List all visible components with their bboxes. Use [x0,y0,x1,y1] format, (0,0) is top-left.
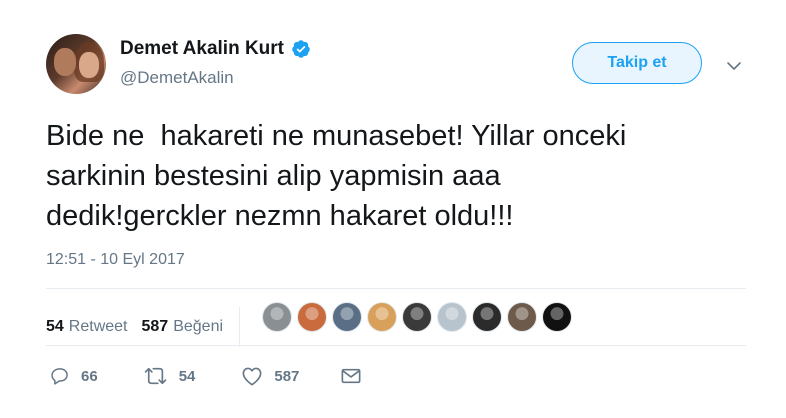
tweet-card: Demet Akalin Kurt @DemetAkalin Takip et … [0,0,786,418]
retweet-stat[interactable]: 54 Retweet [46,318,128,336]
verified-badge-icon [292,40,310,58]
liker-avatars [262,302,577,332]
liker-avatar[interactable] [472,302,502,332]
liker-avatar[interactable] [367,302,397,332]
like-action[interactable]: 587 [241,366,299,386]
direct-message-action[interactable] [341,367,361,385]
chevron-down-icon[interactable] [726,58,742,74]
divider [46,345,746,346]
user-fullname[interactable]: Demet Akalin Kurt [120,38,284,60]
retweet-icon [144,367,167,385]
stats-separator [239,307,241,347]
liker-avatar[interactable] [297,302,327,332]
liker-avatar[interactable] [332,302,362,332]
like-stat-label: Beğeni [173,318,224,335]
tweet-actions: 66 54 587 [50,366,361,386]
retweet-stat-label: Retweet [68,318,128,335]
liker-avatar[interactable] [437,302,467,332]
liker-avatar[interactable] [542,302,572,332]
retweet-action[interactable]: 54 [144,366,196,386]
liker-avatar[interactable] [507,302,537,332]
divider [46,288,746,289]
engagement-stats: 54 Retweet 587 Beğeni [46,307,256,347]
reply-action[interactable]: 66 [50,366,98,386]
tweet-text: Bide ne hakareti ne munasebet! Yillar on… [46,120,627,232]
tweet-timestamp[interactable]: 12:51 - 10 Eyl 2017 [46,251,185,269]
liker-avatar[interactable] [402,302,432,332]
retweet-count: 54 [178,367,196,385]
envelope-icon [341,368,361,384]
user-name-row: Demet Akalin Kurt [120,38,311,60]
heart-icon [242,367,262,386]
retweet-stat-count: 54 [46,318,64,335]
like-count: 587 [274,367,300,385]
reply-icon [51,368,68,385]
like-stat[interactable]: 587 Beğeni [142,318,224,336]
reply-count: 66 [81,367,98,385]
liker-avatar[interactable] [262,302,292,332]
like-stat-count: 587 [141,318,169,335]
avatar[interactable] [46,34,106,94]
follow-button[interactable]: Takip et [572,42,702,84]
user-handle[interactable]: @DemetAkalin [120,68,234,88]
